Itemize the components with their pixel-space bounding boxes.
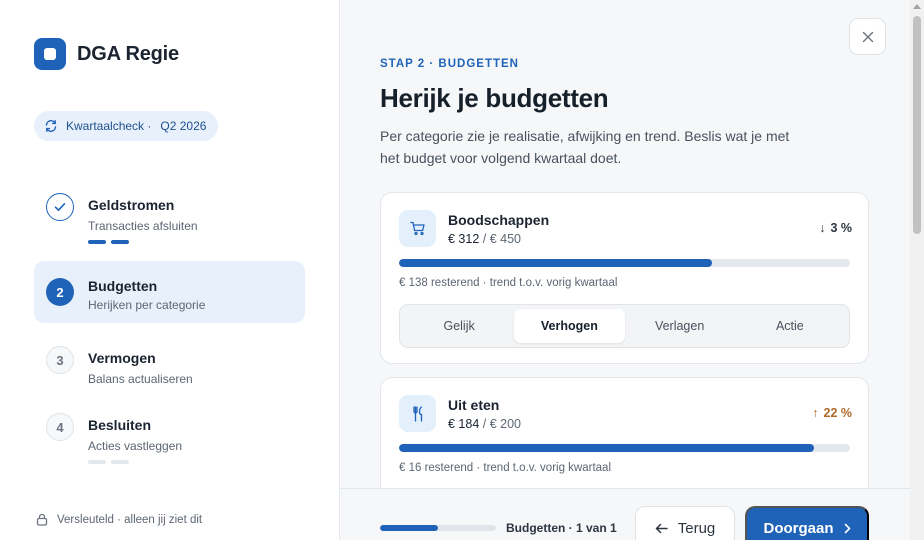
refresh-icon [44, 119, 58, 133]
budget-note: € 16 resterend · trend t.o.v. vorig kwar… [399, 462, 611, 474]
wizard-progress-label: Budgetten · 1 van 1 [506, 521, 617, 535]
back-button[interactable]: Terug [635, 506, 735, 540]
budget-note: € 138 resterend · trend t.o.v. vorig kwa… [399, 277, 618, 289]
scroll-up-icon[interactable] [913, 4, 921, 9]
wizard-progress-bar [380, 525, 496, 531]
step-subtitle: Acties vastleggen [88, 439, 183, 453]
cutlery-icon [399, 395, 436, 432]
scroll-thumb[interactable] [913, 16, 921, 234]
step-progress-dashes [88, 460, 129, 464]
arrow-up-icon: ↑ [812, 406, 819, 420]
lock-icon [36, 513, 48, 526]
quarter-check-badge[interactable]: Kwartaalcheck · Q2 2026 [34, 111, 219, 141]
app-name: DGA Regie [77, 42, 179, 65]
step-subtitle: Herijken per categorie [88, 298, 206, 312]
privacy-note: Versleuteld · alleen jij ziet dit [36, 513, 202, 526]
next-button[interactable]: Doorgaan [745, 506, 869, 540]
budget-amount: € 184 / € 200 [448, 417, 521, 431]
option-verhogen[interactable]: Verhogen [514, 309, 625, 343]
cart-icon [399, 210, 436, 247]
trend-value: 3 % [830, 221, 852, 235]
budget-progress-bar [399, 444, 850, 452]
option-gelijk[interactable]: Gelijk [404, 309, 514, 343]
brand[interactable]: DGA Regie [34, 38, 179, 70]
wizard-progress-fill [380, 525, 438, 531]
quarter-period: Q2 2026 [160, 119, 207, 133]
sidebar: DGA Regie Kwartaalcheck · Q2 2026 Geldst… [0, 0, 340, 540]
budget-decision-control: Gelijk Verhogen Verlagen Actie [399, 304, 850, 348]
step-besluiten[interactable]: 4 Besluiten Acties vastleggen [34, 405, 305, 467]
privacy-note-text: Versleuteld · alleen jij ziet dit [57, 513, 203, 526]
budget-card-boodschappen: Boodschappen € 312 / € 450 ↓ 3 % € 138 r… [380, 192, 869, 364]
budget-total: / € 450 [482, 232, 521, 246]
step-number: 4 [46, 413, 74, 441]
step-progress-dashes [88, 240, 129, 244]
wizard-footer: Budgetten · 1 van 1 Terug Doorgaan [340, 488, 910, 540]
trend-indicator: ↑ 22 % [812, 406, 852, 420]
page-scrollbar[interactable] [910, 0, 924, 540]
close-icon [862, 31, 873, 42]
arrow-down-icon: ↓ [819, 221, 826, 235]
budget-progress-fill [399, 259, 712, 267]
step-number: 3 [46, 346, 74, 374]
step-title: Geldstromen [88, 197, 175, 213]
chevron-right-icon [844, 523, 851, 534]
step-subtitle: Balans actualiseren [88, 372, 193, 386]
budget-progress-bar [399, 259, 850, 267]
trend-indicator: ↓ 3 % [819, 221, 852, 235]
budget-name: Uit eten [448, 397, 500, 413]
step-budgetten[interactable]: 2 Budgetten Herijken per categorie [34, 261, 305, 323]
step-title: Budgetten [88, 278, 158, 294]
budget-name: Boodschappen [448, 212, 550, 228]
budget-total: / € 200 [482, 417, 521, 431]
trend-value: 22 % [823, 406, 853, 420]
step-title: Vermogen [88, 350, 156, 366]
app-logo-icon [34, 38, 66, 70]
option-actie[interactable]: Actie [735, 309, 845, 343]
step-subtitle: Transacties afsluiten [88, 219, 198, 233]
step-geldstromen[interactable]: Geldstromen Transacties afsluiten [34, 185, 305, 247]
progress-step-count: · 1 van 1 [568, 521, 617, 535]
step-vermogen[interactable]: 3 Vermogen Balans actualiseren [34, 338, 305, 400]
step-eyebrow: STAP 2 · BUDGETTEN [380, 58, 519, 70]
check-icon [46, 193, 74, 221]
page-title: Herijk je budgetten [380, 83, 609, 113]
arrow-left-icon [655, 523, 668, 534]
close-button[interactable] [849, 18, 886, 55]
main-panel: STAP 2 · BUDGETTEN Herijk je budgetten P… [340, 0, 910, 540]
budget-amount: € 312 / € 450 [448, 232, 521, 246]
step-title: Besluiten [88, 417, 152, 433]
next-button-label: Doorgaan [763, 519, 834, 537]
budget-spent: € 184 [448, 417, 480, 431]
progress-step-name: Budgetten [506, 521, 566, 535]
back-button-label: Terug [677, 519, 716, 537]
budget-progress-fill [399, 444, 814, 452]
step-number: 2 [46, 278, 74, 306]
quarter-check-label: Kwartaalcheck · [66, 119, 152, 133]
option-verlagen[interactable]: Verlagen [625, 309, 735, 343]
budget-spent: € 312 [448, 232, 480, 246]
page-intro: Per categorie zie je realisatie, afwijki… [380, 128, 790, 166]
